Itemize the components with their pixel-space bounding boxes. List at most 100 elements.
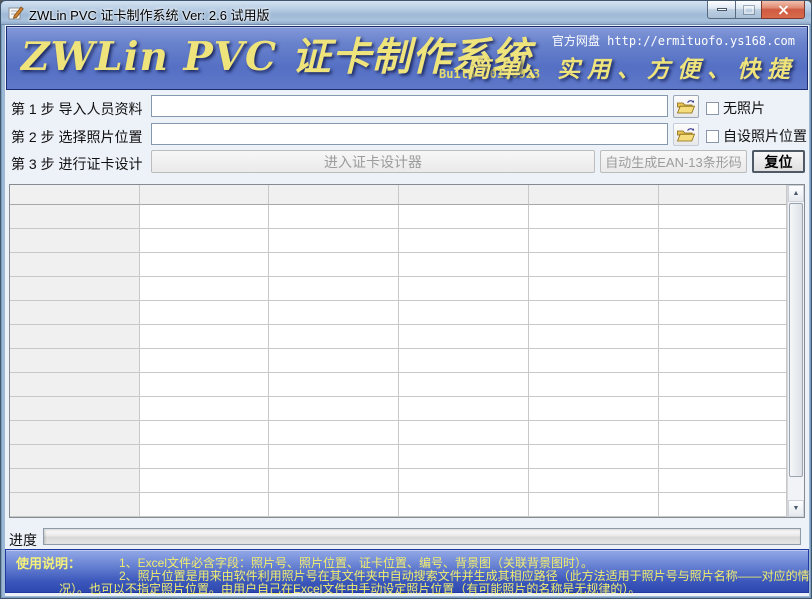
grid-data-cell[interactable] [140,445,269,469]
grid-data-cell[interactable] [399,397,529,421]
grid-row-header-cell[interactable] [10,253,140,277]
grid-data-cell[interactable] [659,229,787,253]
grid-data-cell[interactable] [140,373,269,397]
grid-data-cell[interactable] [399,277,529,301]
title-bar[interactable]: ZWLin PVC 证卡制作系统 Ver: 2.6 试用版 [1,1,812,25]
grid-data-cell[interactable] [529,397,659,421]
browse-photo-button[interactable] [673,123,699,146]
grid-data-cell[interactable] [269,229,399,253]
personnel-file-input[interactable] [151,95,668,117]
grid-data-cell[interactable] [140,301,269,325]
scrollbar-thumb[interactable] [789,203,803,477]
minimize-button[interactable] [707,1,736,19]
grid-data-cell[interactable] [140,349,269,373]
grid-data-cell[interactable] [269,493,399,517]
grid-row-header-cell[interactable] [10,445,140,469]
grid-header-cell[interactable] [659,185,787,205]
grid-row-header-cell[interactable] [10,469,140,493]
grid-data-cell[interactable] [269,205,399,229]
grid-data-cell[interactable] [659,325,787,349]
grid-data-cell[interactable] [269,325,399,349]
grid-corner-cell[interactable] [10,185,140,205]
grid-data-cell[interactable] [529,253,659,277]
grid-header-cell[interactable] [140,185,269,205]
grid-data-cell[interactable] [659,469,787,493]
grid-data-cell[interactable] [659,253,787,277]
grid-data-cell[interactable] [269,277,399,301]
grid-row-header-cell[interactable] [10,493,140,517]
close-button[interactable] [761,1,805,19]
grid-data-cell[interactable] [659,397,787,421]
grid-data-cell[interactable] [269,301,399,325]
custom-photo-location-checkbox[interactable]: 自设照片位置 [706,126,807,146]
grid-data-cell[interactable] [140,205,269,229]
official-site-link[interactable]: 官方网盘 http://ermituofo.ys168.com [552,32,795,49]
grid-data-cell[interactable] [269,253,399,277]
grid-data-cell[interactable] [659,349,787,373]
grid-row-header-cell[interactable] [10,373,140,397]
grid-data-cell[interactable] [140,253,269,277]
grid-row-header-cell[interactable] [10,301,140,325]
grid-data-cell[interactable] [659,373,787,397]
grid-row-header-cell[interactable] [10,229,140,253]
grid-data-cell[interactable] [529,325,659,349]
grid-data-cell[interactable] [399,349,529,373]
grid-data-cell[interactable] [269,373,399,397]
grid-row-header-cell[interactable] [10,349,140,373]
photo-location-input[interactable] [151,123,668,145]
grid-data-cell[interactable] [399,229,529,253]
grid-data-cell[interactable] [529,277,659,301]
scrollbar-up-button[interactable]: ▲ [788,185,804,202]
grid-data-cell[interactable] [659,301,787,325]
grid-data-cell[interactable] [399,493,529,517]
grid-data-cell[interactable] [529,469,659,493]
grid-data-cell[interactable] [529,493,659,517]
grid-data-cell[interactable] [659,277,787,301]
grid-header-cell[interactable] [269,185,399,205]
grid-data-cell[interactable] [529,205,659,229]
grid-data-cell[interactable] [140,397,269,421]
grid-data-cell[interactable] [399,253,529,277]
grid-data-cell[interactable] [140,277,269,301]
grid-data-cell[interactable] [399,445,529,469]
grid-data-cell[interactable] [140,325,269,349]
grid-data-cell[interactable] [529,349,659,373]
grid-data-cell[interactable] [140,469,269,493]
grid-row-header-cell[interactable] [10,421,140,445]
grid-data-cell[interactable] [399,421,529,445]
grid-data-cell[interactable] [529,421,659,445]
grid-data-cell[interactable] [659,493,787,517]
grid-data-cell[interactable] [269,421,399,445]
vertical-scrollbar[interactable]: ▲ ▼ [787,185,804,517]
grid-data-cell[interactable] [659,421,787,445]
grid-row-header-cell[interactable] [10,397,140,421]
grid-row-header-cell[interactable] [10,205,140,229]
grid-data-cell[interactable] [269,445,399,469]
grid-data-cell[interactable] [269,397,399,421]
grid-data-cell[interactable] [269,469,399,493]
grid-data-cell[interactable] [140,493,269,517]
browse-personnel-button[interactable] [673,95,699,118]
grid-header-cell[interactable] [399,185,529,205]
grid-row-header-cell[interactable] [10,277,140,301]
reset-button[interactable]: 复位 [752,150,805,173]
grid-header-cell[interactable] [529,185,659,205]
grid-data-cell[interactable] [659,445,787,469]
grid-data-cell[interactable] [529,445,659,469]
grid-data-cell[interactable] [140,229,269,253]
grid-data-cell[interactable] [529,229,659,253]
grid-data-cell[interactable] [529,373,659,397]
grid-data-cell[interactable] [399,469,529,493]
generate-ean13-button[interactable]: 自动生成EAN-13条形码 [600,150,747,173]
grid-data-cell[interactable] [399,373,529,397]
grid-row-header-cell[interactable] [10,325,140,349]
grid-data-cell[interactable] [399,205,529,229]
grid-data-cell[interactable] [659,205,787,229]
grid-data-cell[interactable] [529,301,659,325]
grid-data-cell[interactable] [140,421,269,445]
grid-data-cell[interactable] [399,301,529,325]
scrollbar-down-button[interactable]: ▼ [788,500,804,517]
grid-data-cell[interactable] [269,349,399,373]
no-photo-checkbox[interactable]: 无照片 [706,98,765,118]
open-designer-button[interactable]: 进入证卡设计器 [151,150,595,173]
